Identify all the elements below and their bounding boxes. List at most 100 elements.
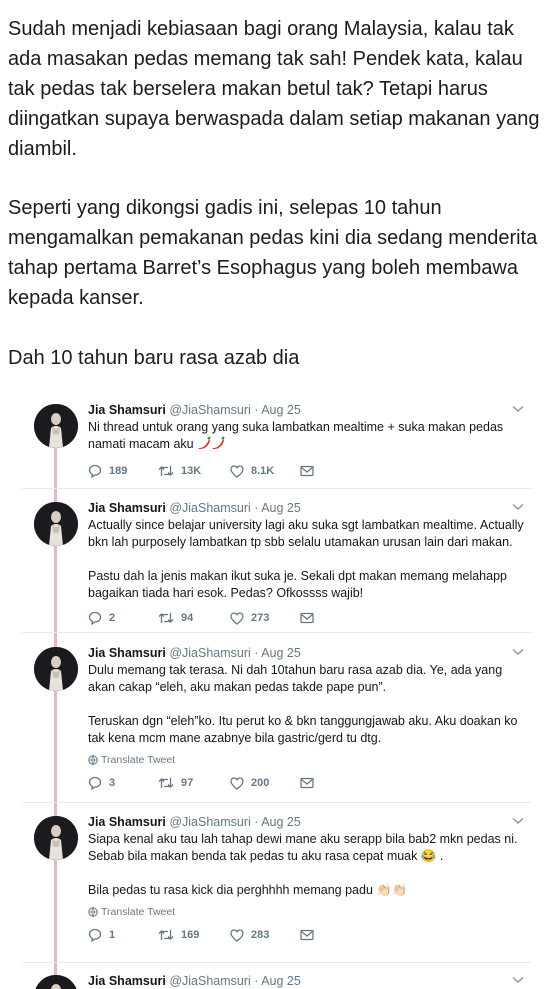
tweet-actions: 1 169 283	[88, 927, 528, 943]
retweet-icon	[158, 613, 174, 623]
tweet-date[interactable]: Aug 25	[261, 646, 301, 660]
tweet-text: Siapa kenal aku tau lah tahap dewi mane …	[88, 832, 518, 897]
tweet-author-name[interactable]: Jia Shamsuri	[88, 501, 166, 515]
envelope-icon	[300, 777, 314, 789]
globe-icon	[88, 907, 98, 917]
retweet-count: 97	[181, 777, 194, 789]
envelope-icon	[300, 465, 314, 477]
heart-icon	[230, 928, 244, 942]
tweet-author-handle[interactable]: @JiaShamsuri	[169, 403, 250, 417]
like-count: 273	[251, 612, 270, 624]
tweet-actions: 2 94 273	[88, 610, 528, 626]
heart-icon	[230, 464, 244, 478]
tweet[interactable]: Jia Shamsuri @JiaShamsuri · Aug 25 Siapa…	[22, 812, 532, 962]
chevron-down-icon[interactable]	[512, 503, 524, 511]
direct-message-button[interactable]	[300, 612, 314, 624]
retweet-button[interactable]: 97	[158, 776, 230, 790]
tweet-actions: 3 97 200	[88, 775, 528, 791]
retweet-count: 94	[181, 612, 194, 624]
tweet-meta-separator: ·	[250, 646, 262, 660]
reply-count: 1	[109, 929, 116, 941]
article-paragraph-2: Seperti yang dikongsi gadis ini, selepas…	[8, 197, 538, 309]
translate-tweet-label: Translate Tweet	[101, 906, 176, 918]
like-button[interactable]: 273	[230, 611, 300, 625]
envelope-icon	[300, 612, 314, 624]
tweet-meta-separator: ·	[250, 501, 262, 515]
tweet-author-handle[interactable]: @JiaShamsuri	[169, 815, 250, 829]
tweet-author-name[interactable]: Jia Shamsuri	[88, 974, 166, 988]
tweet[interactable]: Jia Shamsuri @JiaShamsuri · Aug 25 Dulu …	[22, 643, 532, 803]
avatar[interactable]	[34, 647, 78, 691]
embedded-tweet-thread: Jia Shamsuri @JiaShamsuri · Aug 25 Ni th…	[22, 390, 532, 989]
reply-button[interactable]: 2	[88, 611, 158, 625]
tweet-divider	[22, 632, 532, 633]
tweet[interactable]: Jia Shamsuri @JiaShamsuri · Aug 25 Actua…	[22, 498, 532, 628]
reply-icon	[88, 776, 102, 790]
tweet-author-handle[interactable]: @JiaShamsuri	[169, 646, 250, 660]
tweet-text: Ni thread untuk orang yang suka lambatka…	[88, 420, 507, 451]
direct-message-button[interactable]	[300, 929, 314, 941]
reply-button[interactable]: 3	[88, 776, 158, 790]
reply-count: 2	[109, 612, 116, 624]
avatar[interactable]	[34, 816, 78, 860]
tweet-divider	[22, 962, 532, 963]
envelope-icon	[300, 929, 314, 941]
heart-icon	[230, 776, 244, 790]
chevron-down-icon[interactable]	[512, 648, 524, 656]
tweet-meta-separator: ·	[250, 815, 262, 829]
tweet-author-name[interactable]: Jia Shamsuri	[88, 403, 166, 417]
retweet-button[interactable]: 169	[158, 928, 230, 942]
tweet-divider	[22, 802, 532, 803]
like-button[interactable]: 8.1K	[230, 464, 300, 478]
avatar[interactable]	[34, 404, 78, 448]
retweet-button[interactable]: 94	[158, 611, 230, 625]
direct-message-button[interactable]	[300, 465, 314, 477]
retweet-icon	[158, 466, 174, 476]
retweet-count: 169	[181, 929, 200, 941]
tweet-date[interactable]: Aug 25	[261, 815, 301, 829]
heart-icon	[230, 611, 244, 625]
tweet-text: Actually since belajar university lagi a…	[88, 518, 524, 600]
tweet[interactable]: Jia Shamsuri @JiaShamsuri · Aug 25 Ni th…	[22, 400, 532, 492]
like-button[interactable]: 200	[230, 776, 300, 790]
reply-icon	[88, 611, 102, 625]
tweet-date[interactable]: Aug 25	[261, 974, 301, 988]
chevron-down-icon[interactable]	[512, 976, 524, 984]
translate-tweet-link[interactable]: Translate Tweet	[88, 905, 528, 919]
reply-button[interactable]: 1	[88, 928, 158, 942]
retweet-icon	[158, 930, 174, 940]
tweet-divider	[22, 488, 532, 489]
retweet-count: 13K	[181, 465, 202, 477]
chili-pepper-icon	[197, 436, 227, 455]
like-count: 283	[251, 929, 270, 941]
retweet-icon	[158, 778, 174, 788]
tweet-meta-separator: ·	[250, 974, 262, 988]
tweet-author-handle[interactable]: @JiaShamsuri	[169, 974, 250, 988]
translate-tweet-link[interactable]: Translate Tweet	[88, 753, 528, 767]
tweet-date[interactable]: Aug 25	[261, 403, 301, 417]
tweet-text: Dulu memang tak terasa. Ni dah 10tahun b…	[88, 663, 518, 745]
like-button[interactable]: 283	[230, 928, 300, 942]
article-paragraph-1: Sudah menjadi kebiasaan bagi orang Malay…	[8, 18, 540, 160]
translate-tweet-label: Translate Tweet	[101, 754, 176, 766]
direct-message-button[interactable]	[300, 777, 314, 789]
avatar[interactable]	[34, 502, 78, 546]
reply-icon	[88, 928, 102, 942]
tweet-meta-separator: ·	[250, 403, 262, 417]
tweet[interactable]: Jia Shamsuri @JiaShamsuri · Aug 25	[22, 971, 532, 989]
tweet-actions: 189 13K 8.1K	[88, 463, 528, 479]
avatar[interactable]	[34, 975, 78, 989]
reply-icon	[88, 464, 102, 478]
tweet-author-name[interactable]: Jia Shamsuri	[88, 815, 166, 829]
tweet-author-name[interactable]: Jia Shamsuri	[88, 646, 166, 660]
article-paragraph-3: Dah 10 tahun baru rasa azab dia	[8, 347, 300, 369]
tweet-date[interactable]: Aug 25	[261, 501, 301, 515]
like-count: 200	[251, 777, 270, 789]
globe-icon	[88, 755, 98, 765]
tweet-author-handle[interactable]: @JiaShamsuri	[169, 501, 250, 515]
chevron-down-icon[interactable]	[512, 405, 524, 413]
reply-button[interactable]: 189	[88, 464, 158, 478]
retweet-button[interactable]: 13K	[158, 464, 230, 478]
chevron-down-icon[interactable]	[512, 817, 524, 825]
reply-count: 189	[109, 465, 128, 477]
